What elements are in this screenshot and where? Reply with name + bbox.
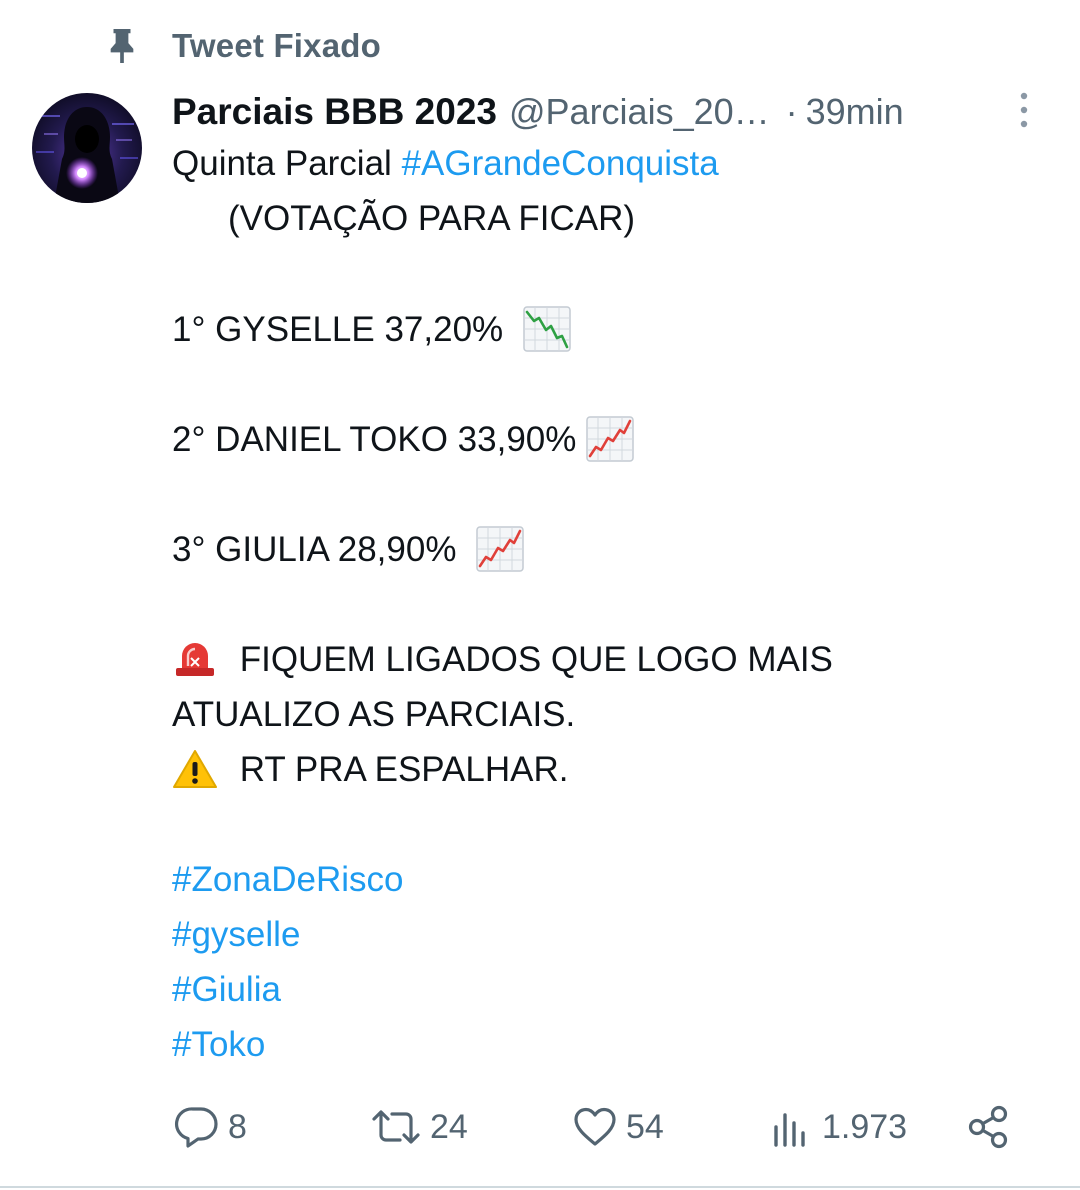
hashtag-zonaderisco[interactable]: #ZonaDeRisco (172, 855, 404, 905)
share-icon (968, 1105, 1008, 1149)
tweet-line-rank-3: 3° GIULIA 28,90% (172, 525, 524, 575)
rank-1-text: 1° GYSELLE 37,20% (172, 310, 504, 349)
reply-icon (174, 1107, 218, 1148)
more-options-button[interactable] (1006, 88, 1042, 132)
tweet-line-rank-2: 2° DANIEL TOKO 33,90% (172, 415, 634, 465)
like-count: 54 (626, 1107, 664, 1146)
tweet-line-alert: FIQUEM LIGADOS QUE LOGO MAIS (172, 635, 833, 685)
tweet-timestamp[interactable]: 39min (806, 91, 904, 133)
bottom-divider (0, 1186, 1080, 1188)
tweet-line-alert-2: ATUALIZO AS PARCIAIS. (172, 695, 576, 734)
views-button[interactable]: 1.973 (770, 1100, 907, 1154)
hashtag-agrandeconquista[interactable]: #AGrandeConquista (402, 144, 719, 183)
chart-decreasing-emoji (523, 306, 571, 352)
tweet-line-intro: Quinta Parcial #AGrandeConquista (172, 139, 719, 189)
rank-2-text: 2° DANIEL TOKO 33,90% (172, 420, 577, 459)
heart-icon (574, 1107, 616, 1146)
share-button[interactable] (966, 1100, 1012, 1154)
hashtag-toko[interactable]: #Toko (172, 1020, 265, 1070)
views-count: 1.973 (822, 1107, 908, 1146)
chart-increasing-emoji (476, 526, 524, 572)
reply-count: 8 (228, 1107, 247, 1146)
police-light-emoji (176, 642, 214, 676)
tweet-line-subtitle: (VOTAÇÃO PARA FICAR) (228, 199, 636, 238)
like-button[interactable]: 54 (572, 1100, 664, 1154)
reply-button[interactable]: 8 (174, 1100, 247, 1154)
pinned-indicator: Tweet Fixado (105, 24, 381, 68)
header-separator: · (785, 91, 798, 132)
views-icon (774, 1113, 805, 1147)
author-display-name[interactable]: Parciais BBB 2023 (172, 91, 497, 133)
hooded-figure-avatar (32, 93, 142, 203)
author-handle[interactable]: @Parciais_20… (509, 91, 770, 133)
warning-emoji (173, 749, 217, 788)
retweet-icon (372, 1110, 420, 1144)
retweet-button[interactable]: 24 (370, 1100, 468, 1154)
rank-3-text: 3° GIULIA 28,90% (172, 530, 457, 569)
intro-text: Quinta Parcial (172, 144, 392, 183)
pin-icon (110, 29, 134, 63)
avatar[interactable] (32, 93, 142, 203)
pinned-label: Tweet Fixado (172, 27, 381, 64)
warning-text: RT PRA ESPALHAR. (239, 750, 569, 789)
hashtag-giulia[interactable]: #Giulia (172, 965, 281, 1015)
more-vertical-icon (1020, 92, 1028, 128)
chart-increasing-emoji (586, 416, 634, 462)
hashtag-gyselle[interactable]: #gyselle (172, 910, 300, 960)
tweet-line-rank-1: 1° GYSELLE 37,20% (172, 305, 571, 355)
tweet-line-warning: RT PRA ESPALHAR. (172, 745, 568, 795)
retweet-count: 24 (430, 1107, 468, 1146)
tweet-header: Parciais BBB 2023 @Parciais_20… · 39min (172, 84, 992, 140)
alert-line-1: FIQUEM LIGADOS QUE LOGO MAIS (239, 640, 833, 679)
